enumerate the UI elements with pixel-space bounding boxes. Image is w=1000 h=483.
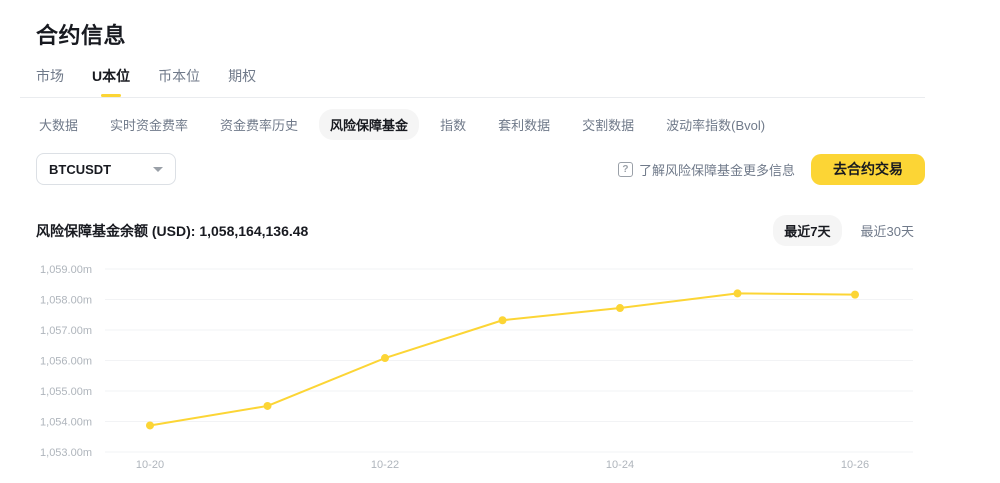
- x-axis-tick-label: 10-20: [136, 459, 164, 471]
- data-point[interactable]: [381, 354, 389, 363]
- subtab-insurance-fund[interactable]: 风险保障基金: [319, 109, 420, 140]
- data-point[interactable]: [498, 316, 507, 325]
- tab-options[interactable]: 期权: [228, 66, 256, 97]
- range-30d-button[interactable]: 最近30天: [850, 215, 925, 246]
- symbol-select-value: BTCUSDT: [49, 161, 112, 177]
- y-axis-tick-label: 1,057.00m: [40, 325, 92, 337]
- data-point[interactable]: [263, 401, 272, 410]
- info-link-label: 了解风险保障基金更多信息: [638, 162, 795, 178]
- series-line: [149, 292, 856, 427]
- subtab-big-data[interactable]: 大数据: [28, 109, 89, 140]
- active-tab-indicator: [101, 94, 122, 97]
- data-point[interactable]: [146, 421, 154, 430]
- tab-coin-m-label: 币本位: [158, 68, 201, 84]
- subtab-volatility-index[interactable]: 波动率指数(Bvol): [655, 109, 776, 140]
- y-axis-tick-label: 1,053.00m: [40, 447, 92, 459]
- line-chart-canvas[interactable]: 1,059.00m 1,058.00m 1,057.00m 1,056.00m 1,05…: [20, 262, 925, 480]
- y-axis-tick-label: 1,055.00m: [40, 386, 92, 398]
- go-to-futures-trading-button[interactable]: 去合约交易: [811, 153, 925, 185]
- subtab-realtime-funding-rate[interactable]: 实时资金费率: [99, 109, 199, 140]
- tab-coin-m[interactable]: 币本位: [158, 66, 200, 97]
- tab-options-label: 期权: [228, 68, 257, 84]
- subtab-index[interactable]: 指数: [429, 109, 477, 140]
- question-icon: ?: [617, 161, 633, 177]
- data-point[interactable]: [851, 290, 859, 299]
- tab-usdt-m-label: U本位: [92, 68, 131, 84]
- data-point[interactable]: [616, 304, 624, 313]
- subtab-funding-rate-history[interactable]: 资金费率历史: [209, 109, 309, 140]
- page-title: 合约信息: [36, 23, 127, 48]
- range-7d-button[interactable]: 最近7天: [773, 215, 842, 246]
- subtab-delivery-data[interactable]: 交割数据: [571, 109, 645, 140]
- x-axis-tick-label: 10-24: [606, 459, 634, 471]
- y-axis-tick-label: 1,059.00m: [40, 264, 92, 276]
- chart-header: 风险保障基金余额 (USD): 1,058,164,136.48 最近7天 最近…: [36, 215, 925, 246]
- tab-usdt-m[interactable]: U本位: [92, 66, 130, 97]
- y-axis-tick-label: 1,054.00m: [40, 417, 92, 429]
- tab-market-label: 市场: [36, 68, 64, 84]
- insurance-fund-info-link[interactable]: ? 了解风险保障基金更多信息: [617, 160, 795, 179]
- subtab-arbitrage-data[interactable]: 套利数据: [487, 109, 561, 140]
- page-container: 合约信息 市场 U本位 币本位 期权 大数据 实时资金费率 资金费率历史 风险保…: [20, 18, 925, 480]
- time-range-toggle: 最近7天 最近30天: [773, 215, 925, 246]
- chart-title: 风险保障基金余额 (USD): 1,058,164,136.48: [36, 222, 309, 239]
- controls-row: BTCUSDT ? 了解风险保障基金更多信息 去合约交易: [36, 153, 925, 185]
- x-axis-tick-label: 10-22: [371, 459, 399, 471]
- sub-tab-bar: 大数据 实时资金费率 资金费率历史 风险保障基金 指数 套利数据 交割数据 波动…: [28, 109, 925, 140]
- y-axis-tick-label: 1,058.00m: [40, 295, 92, 307]
- data-point[interactable]: [733, 289, 742, 298]
- y-axis-tick-label: 1,056.00m: [40, 356, 92, 368]
- chevron-down-icon: [153, 166, 163, 172]
- symbol-select[interactable]: BTCUSDT: [36, 153, 176, 185]
- x-axis-tick-label: 10-26: [841, 459, 869, 471]
- main-tab-bar: 市场 U本位 币本位 期权: [20, 66, 925, 98]
- tab-market[interactable]: 市场: [36, 66, 64, 97]
- insurance-fund-chart[interactable]: 1,059.00m 1,058.00m 1,057.00m 1,056.00m 1,05…: [20, 262, 925, 480]
